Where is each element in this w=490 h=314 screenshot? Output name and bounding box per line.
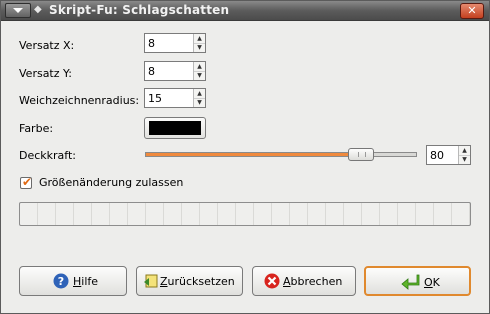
cancel-icon	[264, 273, 280, 289]
opacity-value[interactable]: 80	[430, 149, 444, 162]
svg-text:?: ?	[58, 275, 64, 288]
checkmark-icon: ✔	[22, 175, 33, 189]
decrement-arrow-icon[interactable]: ▼	[459, 155, 470, 164]
opacity-stepper[interactable]: ▲ ▼	[458, 146, 470, 164]
offset-x-value[interactable]: 8	[148, 37, 155, 50]
offset-y-value[interactable]: 8	[148, 65, 155, 78]
reset-button-label: Zurücksetzen	[160, 275, 235, 288]
offset-x-stepper[interactable]: ▲ ▼	[193, 34, 205, 52]
opacity-slider-fill	[146, 153, 362, 156]
help-button[interactable]: ? Hilfe	[19, 266, 127, 296]
blur-radius-spinbox[interactable]: 15 ▲ ▼	[144, 88, 206, 108]
cancel-button-label: Abbrechen	[283, 275, 343, 288]
resize-label[interactable]: Größenänderung zulassen	[39, 176, 183, 189]
blur-radius-value[interactable]: 15	[148, 92, 162, 105]
color-swatch	[149, 121, 201, 135]
opacity-slider-handle[interactable]	[348, 148, 374, 161]
offset-x-spinbox[interactable]: 8 ▲ ▼	[144, 33, 206, 53]
decrement-arrow-icon[interactable]: ▼	[194, 71, 205, 80]
opacity-label: Deckkraft:	[19, 149, 76, 162]
blur-radius-label: Weichzeichnenradius:	[19, 94, 140, 107]
decrement-arrow-icon[interactable]: ▼	[194, 98, 205, 107]
help-button-label: Hilfe	[73, 275, 99, 288]
progress-bar	[19, 202, 471, 226]
opacity-slider[interactable]	[145, 152, 417, 157]
resize-checkbox[interactable]: ✔	[20, 175, 33, 189]
dialog-window: ◆ Skript-Fu: Schlagschatten ✕ Versatz X:…	[0, 0, 490, 314]
offset-y-stepper[interactable]: ▲ ▼	[193, 62, 205, 80]
ok-button[interactable]: OK	[364, 266, 471, 296]
revert-icon	[144, 274, 158, 288]
decrement-arrow-icon[interactable]: ▼	[194, 43, 205, 52]
offset-y-label: Versatz Y:	[19, 67, 72, 80]
reset-button[interactable]: Zurücksetzen	[136, 266, 243, 296]
cancel-button[interactable]: Abbrechen	[252, 266, 356, 296]
window-title: Skript-Fu: Schlagschatten	[49, 3, 230, 17]
enter-arrow-icon	[401, 274, 420, 290]
opacity-spinbox[interactable]: 80 ▲ ▼	[426, 145, 471, 165]
close-button[interactable]: ✕	[460, 3, 484, 19]
offset-x-label: Versatz X:	[19, 39, 75, 52]
help-icon: ?	[53, 273, 69, 289]
color-picker-button[interactable]	[144, 117, 206, 139]
color-label: Farbe:	[19, 122, 54, 135]
blur-radius-stepper[interactable]: ▲ ▼	[193, 89, 205, 107]
title-bar: ◆ Skript-Fu: Schlagschatten ✕	[1, 1, 489, 21]
window-menu-button[interactable]	[5, 3, 31, 18]
ok-button-label: OK	[424, 276, 440, 289]
offset-y-spinbox[interactable]: 8 ▲ ▼	[144, 61, 206, 81]
gimp-icon: ◆	[34, 4, 42, 15]
